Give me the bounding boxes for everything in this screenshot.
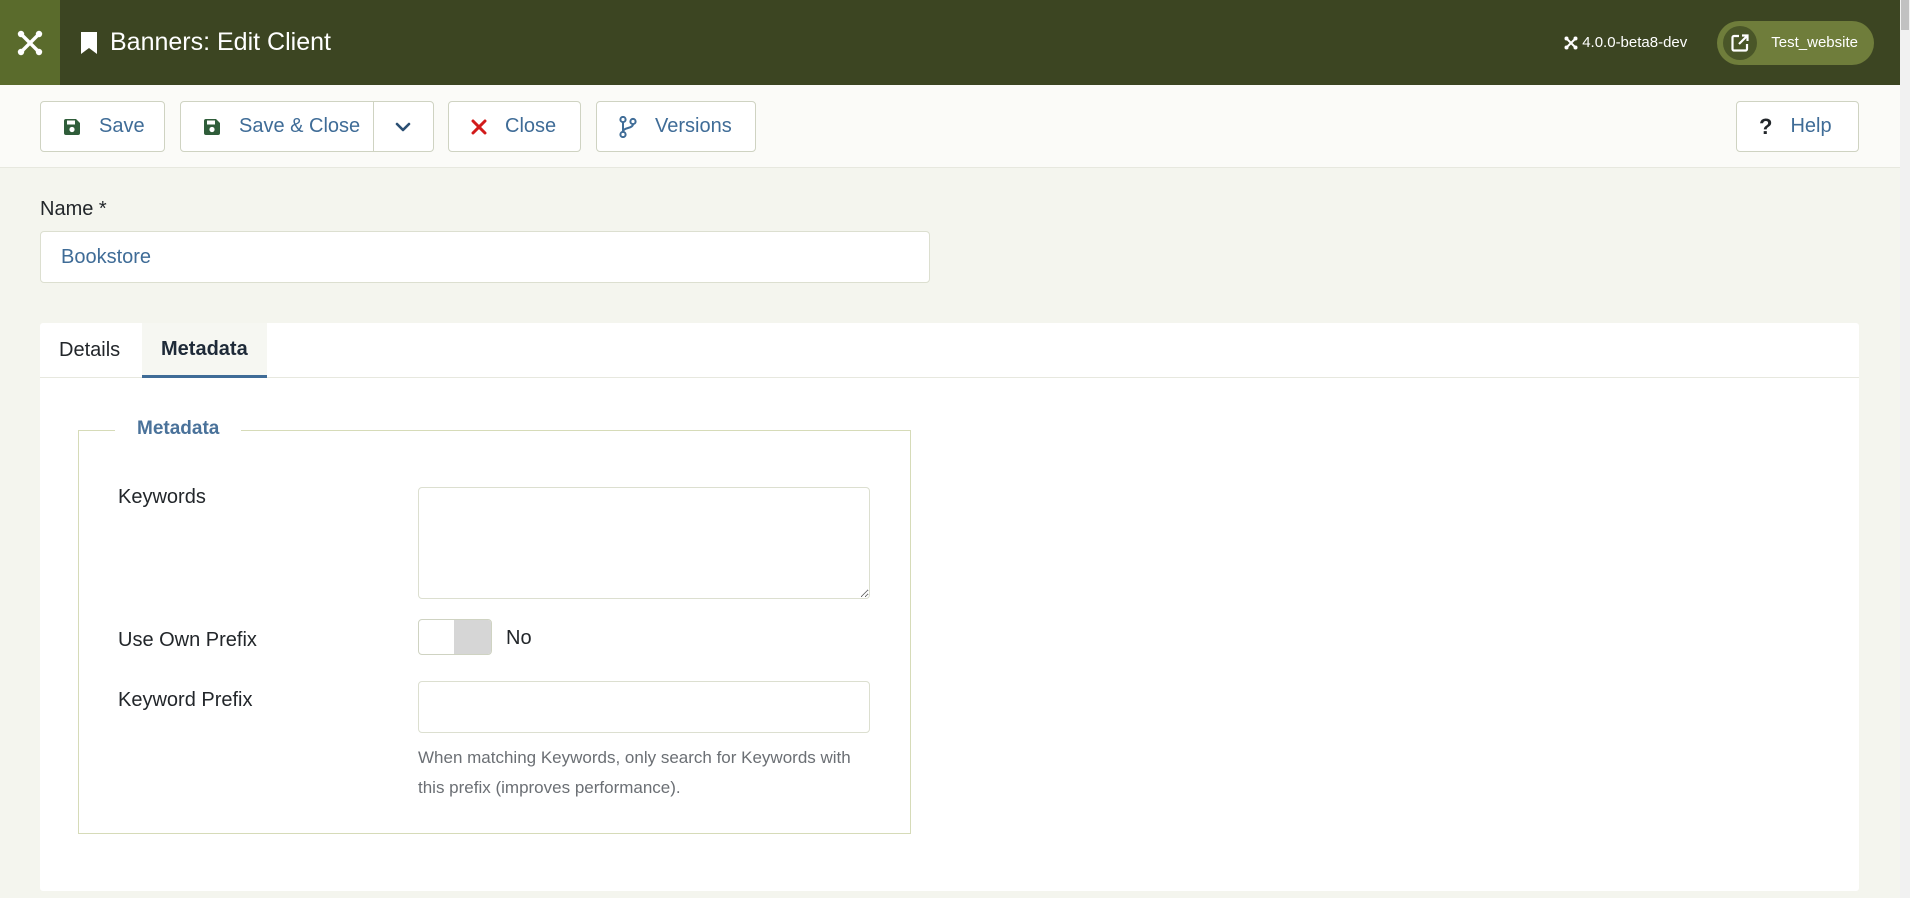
floppy-disk-icon bbox=[203, 118, 221, 136]
page-title-wrap: Banners: Edit Client bbox=[80, 28, 331, 57]
keywords-textarea[interactable] bbox=[418, 487, 870, 599]
save-options-dropdown[interactable] bbox=[373, 102, 433, 151]
keyword-prefix-input[interactable] bbox=[418, 681, 870, 733]
version-info: 4.0.0-beta8-dev bbox=[1564, 34, 1687, 51]
joomla-icon bbox=[17, 30, 43, 55]
save-close-button-group[interactable]: Save & Close bbox=[180, 101, 434, 152]
joomla-logo[interactable] bbox=[0, 0, 60, 85]
keywords-label: Keywords bbox=[118, 486, 206, 508]
tab-details[interactable]: Details bbox=[40, 323, 139, 378]
keyword-prefix-help: When matching Keywords, only search for … bbox=[418, 748, 851, 797]
tab-bar: Details Metadata bbox=[40, 323, 1859, 378]
toolbar: Save Save & Close Close Versions ? Help bbox=[0, 85, 1900, 168]
tab-metadata[interactable]: Metadata bbox=[142, 323, 267, 378]
joomla-small-icon bbox=[1564, 36, 1578, 49]
fieldset-legend: Metadata bbox=[115, 418, 242, 440]
close-button[interactable]: Close bbox=[448, 101, 581, 152]
site-link-button[interactable]: Test_website bbox=[1717, 20, 1874, 65]
save-button[interactable]: Save bbox=[40, 101, 165, 152]
versions-label: Versions bbox=[655, 115, 732, 137]
chevron-down-icon bbox=[395, 122, 411, 131]
name-label: Name * bbox=[40, 198, 107, 220]
use-own-prefix-toggle[interactable] bbox=[418, 619, 492, 655]
metadata-fieldset: Metadata Keywords Use Own Prefix No Keyw… bbox=[78, 418, 911, 834]
external-link-icon bbox=[1723, 25, 1758, 60]
versions-button[interactable]: Versions bbox=[596, 101, 756, 152]
keyword-prefix-label: Keyword Prefix bbox=[118, 689, 253, 711]
floppy-disk-icon bbox=[63, 118, 81, 136]
site-link-label: Test_website bbox=[1771, 34, 1858, 51]
name-input[interactable] bbox=[40, 231, 930, 283]
question-icon: ? bbox=[1759, 113, 1773, 139]
header-right: 4.0.0-beta8-dev Test_website bbox=[1564, 20, 1900, 65]
close-label: Close bbox=[505, 115, 557, 137]
scrollbar-thumb[interactable] bbox=[1901, 0, 1909, 30]
toggle-knob bbox=[454, 620, 491, 654]
page-title: Banners: Edit Client bbox=[110, 28, 331, 56]
close-icon bbox=[471, 119, 487, 135]
use-own-prefix-value: No bbox=[506, 627, 532, 649]
version-text: 4.0.0-beta8-dev bbox=[1582, 34, 1688, 51]
bookmark-icon bbox=[81, 31, 97, 54]
save-label: Save bbox=[99, 115, 145, 137]
tabs-card: Details Metadata Metadata Keywords Use O… bbox=[40, 323, 1859, 891]
use-own-prefix-label: Use Own Prefix bbox=[118, 629, 257, 651]
help-label: Help bbox=[1790, 115, 1832, 137]
save-close-label: Save & Close bbox=[239, 115, 361, 137]
code-branch-icon bbox=[619, 115, 637, 138]
app-header: Banners: Edit Client 4.0.0-beta8-dev Tes… bbox=[0, 0, 1900, 85]
help-button[interactable]: ? Help bbox=[1736, 101, 1859, 152]
page-scrollbar[interactable] bbox=[1900, 0, 1910, 898]
